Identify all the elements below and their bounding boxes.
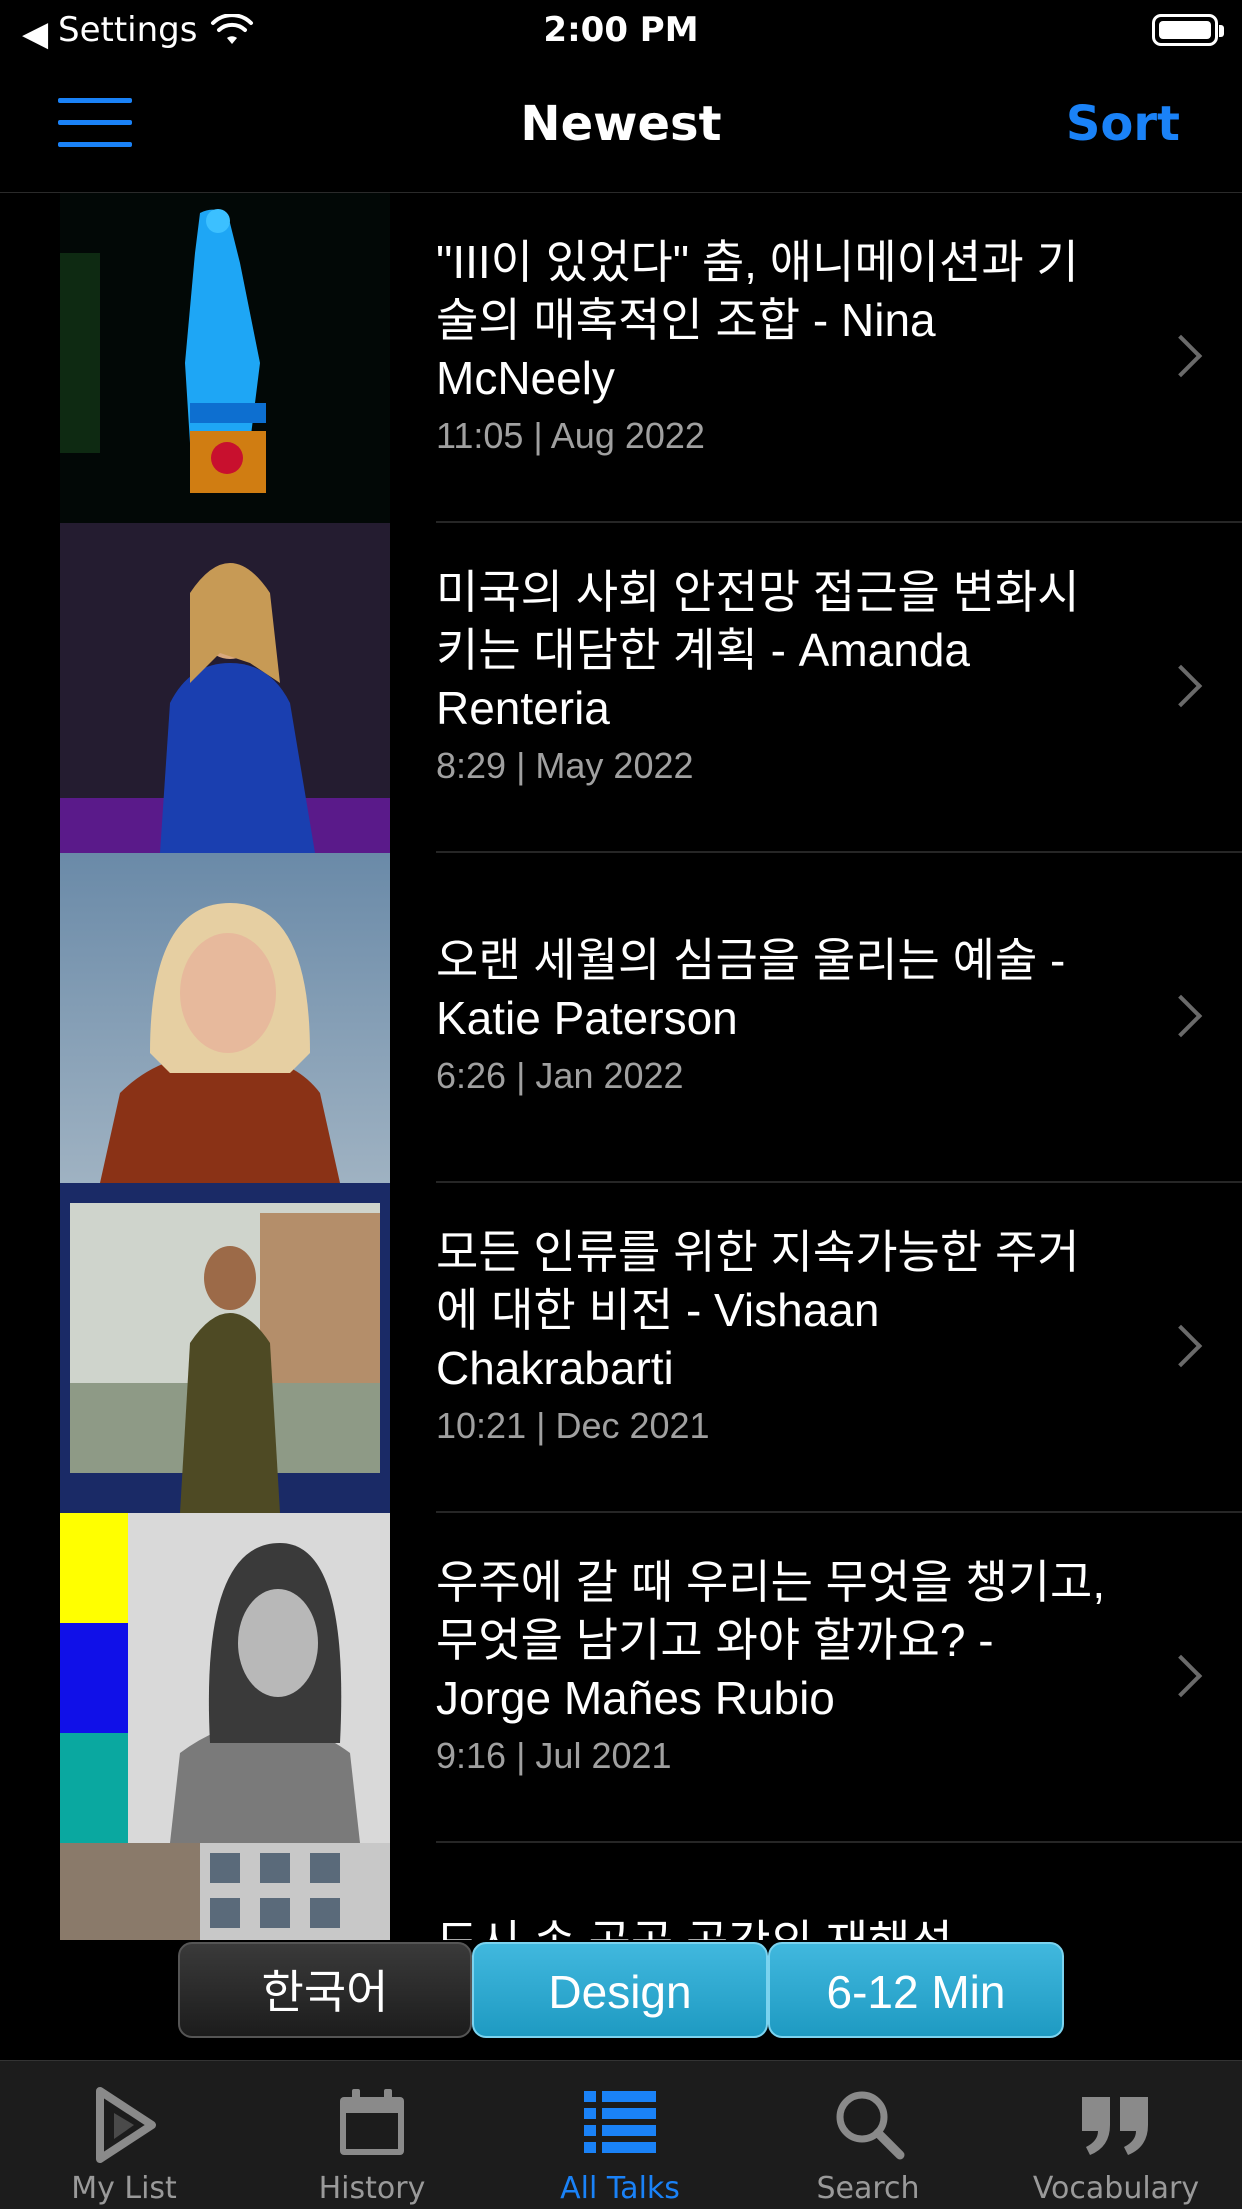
- play-icon: [96, 2087, 156, 2163]
- search-icon: [836, 2091, 905, 2160]
- tab-label: History: [318, 2171, 426, 2206]
- category-filter-button[interactable]: Design: [472, 1942, 768, 2038]
- status-bar: ◀ Settings 2:00 PM: [0, 0, 1242, 62]
- page-title: Newest: [520, 96, 722, 152]
- talk-thumbnail: [60, 523, 390, 853]
- talk-title: 우주에 갈 때 우리는 무엇을 챙기고, 무엇을 남기고 와야 할까요? - J…: [436, 1556, 1106, 1724]
- tab-search[interactable]: Search: [744, 2061, 992, 2209]
- talk-title: 모든 인류를 위한 지속가능한 주거에 대한 비전 - Vishaan Chak…: [436, 1226, 1080, 1394]
- list-icon: [584, 2091, 656, 2153]
- navigation-bar: Newest Sort: [0, 62, 1242, 193]
- tab-vocabulary[interactable]: Vocabulary: [992, 2061, 1240, 2209]
- talk-row-3[interactable]: 오랜 세월의 심금을 울리는 예술 - Katie Paterson 6:26 …: [0, 853, 1242, 1183]
- talk-thumbnail: [60, 1513, 390, 1843]
- talk-thumbnail: [60, 1183, 390, 1513]
- clock: 2:00 PM: [543, 10, 699, 50]
- chevron-right-icon: [1159, 334, 1203, 378]
- chevron-right-icon: [1159, 1324, 1203, 1368]
- talk-title: "III이 있었다" 춤, 애니메이션과 기술의 매혹적인 조합 - Nina …: [436, 236, 1079, 404]
- talk-meta: 8:29 | May 2022: [436, 745, 694, 786]
- quote-icon: [1082, 2097, 1148, 2155]
- talk-meta: 9:16 | Jul 2021: [436, 1735, 672, 1776]
- talk-row-4[interactable]: 모든 인류를 위한 지속가능한 주거에 대한 비전 - Vishaan Chak…: [0, 1183, 1242, 1513]
- talk-row-5[interactable]: 우주에 갈 때 우리는 무엇을 챙기고, 무엇을 남기고 와야 할까요? - J…: [0, 1513, 1242, 1843]
- tab-bar: My List History All Talks Search Vocabul…: [0, 2060, 1242, 2209]
- talk-title: 오랜 세월의 심금을 울리는 예술 - Katie Paterson: [436, 934, 1066, 1044]
- sort-button[interactable]: Sort: [1066, 96, 1180, 152]
- talk-title: 미국의 사회 안전망 접근을 변화시키는 대담한 계획 - Amanda Ren…: [436, 566, 1080, 734]
- battery-icon: [1152, 14, 1224, 46]
- talk-thumbnail: [60, 853, 390, 1183]
- talk-row-6[interactable]: 도시 속 공공 공간의 재해석: [0, 1843, 1242, 1940]
- duration-filter-button[interactable]: 6-12 Min: [768, 1942, 1064, 2038]
- tab-label: Vocabulary: [1032, 2171, 1200, 2206]
- chevron-right-icon: [1159, 664, 1203, 708]
- talk-meta: 6:26 | Jan 2022: [436, 1055, 684, 1096]
- talk-list[interactable]: "III이 있었다" 춤, 애니메이션과 기술의 매혹적인 조합 - Nina …: [0, 193, 1242, 1940]
- tab-all-talks[interactable]: All Talks: [496, 2061, 744, 2209]
- talk-title: 도시 속 공공 공간의 재해석: [436, 1913, 1116, 1940]
- chevron-right-icon: [1159, 1654, 1203, 1698]
- talk-thumbnail: [60, 193, 390, 523]
- tab-label: Search: [816, 2171, 920, 2206]
- tab-label: All Talks: [560, 2171, 680, 2206]
- talk-meta: 11:05 | Aug 2022: [436, 415, 705, 456]
- tab-history[interactable]: History: [248, 2061, 496, 2209]
- tab-my-list[interactable]: My List: [0, 2061, 248, 2209]
- talk-row-1[interactable]: "III이 있었다" 춤, 애니메이션과 기술의 매혹적인 조합 - Nina …: [0, 193, 1242, 523]
- tab-label: My List: [71, 2171, 177, 2206]
- talk-row-2[interactable]: 미국의 사회 안전망 접근을 변화시키는 대담한 계획 - Amanda Ren…: [0, 523, 1242, 853]
- language-filter-button[interactable]: 한국어: [178, 1942, 472, 2038]
- talk-meta: 10:21 | Dec 2021: [436, 1405, 710, 1446]
- calendar-icon: [340, 2089, 404, 2155]
- chevron-right-icon: [1159, 994, 1203, 1038]
- talk-thumbnail: [60, 1843, 390, 1940]
